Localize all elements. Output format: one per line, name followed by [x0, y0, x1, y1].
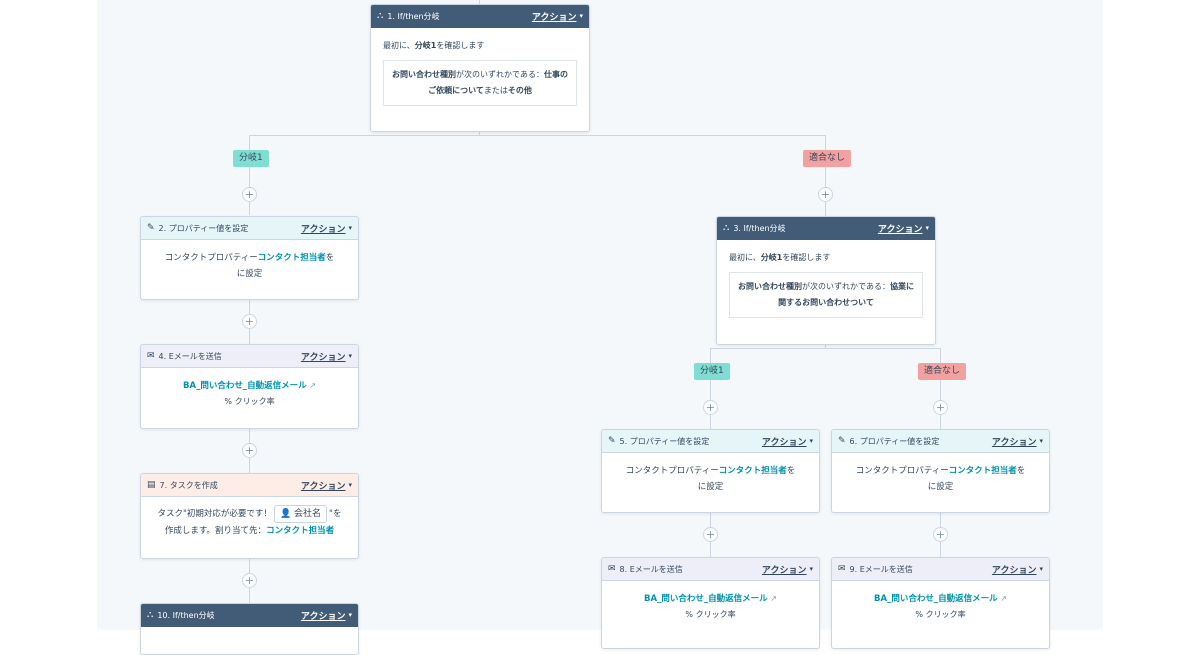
connector-line — [825, 135, 826, 217]
action-card-7[interactable]: ▤ 7. タスクを作成 アクション ▾ タスク"初期対応が必要です！ 👤 会社名 "… — [140, 473, 359, 559]
action-menu-button[interactable]: アクション — [992, 563, 1037, 576]
card-description: コンタクトプロパティーコンタクト担当者を に設定 — [855, 466, 1026, 492]
email-icon: ✉ — [608, 564, 616, 574]
branch-icon: ⛬ — [147, 610, 154, 620]
card-title: 6. プロパティー値を設定 — [849, 436, 940, 446]
external-link-icon[interactable]: ↗ — [1000, 594, 1007, 603]
action-card-2[interactable]: ✎ 2. プロパティー値を設定 アクション ▾ コンタクトプロパティーコンタクト… — [140, 216, 359, 300]
branch-condition: お問い合わせ種別が次のいずれかである：仕事のご依頼についてまたはその他 — [383, 60, 577, 106]
connector-line — [940, 348, 941, 430]
caret-down-icon: ▾ — [809, 565, 813, 573]
action-card-9[interactable]: ✉ 9. Eメールを送信 アクション ▾ BA_問い合わせ_自動返信メール ↗ … — [831, 557, 1050, 649]
card-title: 5. プロパティー値を設定 — [619, 436, 710, 446]
connector-line — [249, 135, 825, 136]
email-link[interactable]: BA_問い合わせ_自動返信メール — [183, 381, 307, 391]
branch-tag-no-match: 適合なし — [803, 150, 852, 167]
card-description: コンタクトプロパティーコンタクト担当者を に設定 — [164, 253, 335, 279]
caret-down-icon: ▾ — [348, 352, 352, 360]
action-card-8[interactable]: ✉ 8. Eメールを送信 アクション ▾ BA_問い合わせ_自動返信メール ↗ … — [601, 557, 820, 649]
branch-tag-no-match: 適合なし — [918, 363, 967, 380]
card-header: ✎ 6. プロパティー値を設定 アクション ▾ — [832, 430, 1049, 453]
email-link[interactable]: BA_問い合わせ_自動返信メール — [644, 594, 768, 604]
action-menu-button[interactable]: アクション — [532, 10, 577, 23]
card-title: 9. Eメールを送信 — [849, 564, 913, 574]
external-link-icon[interactable]: ↗ — [770, 594, 777, 603]
email-icon: ✉ — [147, 351, 155, 361]
caret-down-icon: ▾ — [348, 481, 352, 489]
branch-intro: 最初に、分岐1を確認します — [729, 253, 831, 262]
action-card-4[interactable]: ✉ 4. Eメールを送信 アクション ▾ BA_問い合わせ_自動返信メール ↗ … — [140, 344, 359, 429]
edit-icon: ✎ — [608, 436, 616, 446]
action-card-10[interactable]: ⛬ 10. If/then分岐 アクション ▾ — [140, 603, 359, 655]
caret-down-icon: ▾ — [1039, 565, 1043, 573]
branch-tag-branch1: 分岐1 — [233, 150, 269, 167]
action-card-1[interactable]: ⛬ 1. If/then分岐 アクション ▾ 最初に、分岐1を確認します お問い… — [370, 4, 590, 132]
connector-line — [710, 348, 711, 430]
action-card-5[interactable]: ✎ 5. プロパティー値を設定 アクション ▾ コンタクトプロパティーコンタクト… — [601, 429, 820, 513]
caret-down-icon: ▾ — [348, 611, 352, 619]
add-action-button[interactable]: + — [703, 527, 718, 542]
card-header: ✉ 4. Eメールを送信 アクション ▾ — [141, 345, 358, 368]
add-action-button[interactable]: + — [242, 314, 257, 329]
task-icon: ▤ — [147, 480, 156, 490]
branch-intro: 最初に、分岐1を確認します — [383, 41, 485, 50]
add-action-button[interactable]: + — [242, 187, 257, 202]
action-menu-button[interactable]: アクション — [992, 435, 1037, 448]
card-title: 8. Eメールを送信 — [619, 564, 683, 574]
add-action-button[interactable]: + — [242, 573, 257, 588]
caret-down-icon: ▾ — [579, 12, 583, 20]
card-title: 2. プロパティー値を設定 — [158, 223, 249, 233]
card-title: 3. If/then分岐 — [733, 223, 786, 233]
email-icon: ✉ — [838, 564, 846, 574]
edit-icon: ✎ — [147, 223, 155, 233]
edit-icon: ✎ — [838, 436, 846, 446]
add-action-button[interactable]: + — [818, 187, 833, 202]
card-header: ✎ 5. プロパティー値を設定 アクション ▾ — [602, 430, 819, 453]
card-description: コンタクトプロパティーコンタクト担当者を に設定 — [625, 466, 796, 492]
card-header: ⛬ 1. If/then分岐 アクション ▾ — [371, 5, 589, 28]
person-icon: 👤 — [279, 509, 292, 519]
connector-line — [710, 348, 940, 349]
branch-icon: ⛬ — [377, 11, 384, 21]
branch-tag-branch1: 分岐1 — [694, 363, 730, 380]
card-header: ⛬ 3. If/then分岐 アクション ▾ — [717, 217, 935, 240]
add-action-button[interactable]: + — [703, 400, 718, 415]
external-link-icon[interactable]: ↗ — [309, 381, 316, 390]
card-title: 1. If/then分岐 — [387, 11, 440, 21]
caret-down-icon: ▾ — [925, 224, 929, 232]
click-rate: % クリック率 — [224, 397, 275, 406]
email-link[interactable]: BA_問い合わせ_自動返信メール — [874, 594, 998, 604]
caret-down-icon: ▾ — [809, 437, 813, 445]
branch-condition: お問い合わせ種別が次のいずれかである：協業に関するお問い合わせついて — [729, 272, 923, 318]
add-action-button[interactable]: + — [933, 400, 948, 415]
card-header: ✉ 9. Eメールを送信 アクション ▾ — [832, 558, 1049, 581]
company-name-token: 👤 会社名 — [273, 505, 328, 523]
card-title: 4. Eメールを送信 — [158, 351, 222, 361]
card-header: ✎ 2. プロパティー値を設定 アクション ▾ — [141, 217, 358, 240]
caret-down-icon: ▾ — [348, 224, 352, 232]
action-card-3[interactable]: ⛬ 3. If/then分岐 アクション ▾ 最初に、分岐1を確認します お問い… — [716, 216, 936, 345]
action-menu-button[interactable]: アクション — [878, 222, 923, 235]
action-menu-button[interactable]: アクション — [301, 479, 346, 492]
card-title: 7. タスクを作成 — [159, 480, 218, 490]
card-description: タスク"初期対応が必要です！ 👤 会社名 "を 作成します。割り当て先：コンタクト担… — [141, 497, 358, 549]
action-menu-button[interactable]: アクション — [301, 222, 346, 235]
action-card-6[interactable]: ✎ 6. プロパティー値を設定 アクション ▾ コンタクトプロパティーコンタクト… — [831, 429, 1050, 513]
click-rate: % クリック率 — [915, 610, 966, 619]
card-header: ⛬ 10. If/then分岐 アクション ▾ — [141, 604, 358, 627]
card-header: ▤ 7. タスクを作成 アクション ▾ — [141, 474, 358, 497]
branch-icon: ⛬ — [723, 223, 730, 233]
action-menu-button[interactable]: アクション — [301, 609, 346, 622]
card-title: 10. If/then分岐 — [157, 610, 215, 620]
action-menu-button[interactable]: アクション — [762, 563, 807, 576]
connector-line — [249, 135, 250, 215]
add-action-button[interactable]: + — [242, 443, 257, 458]
caret-down-icon: ▾ — [1039, 437, 1043, 445]
action-menu-button[interactable]: アクション — [301, 350, 346, 363]
add-action-button[interactable]: + — [933, 527, 948, 542]
card-header: ✉ 8. Eメールを送信 アクション ▾ — [602, 558, 819, 581]
action-menu-button[interactable]: アクション — [762, 435, 807, 448]
click-rate: % クリック率 — [685, 610, 736, 619]
